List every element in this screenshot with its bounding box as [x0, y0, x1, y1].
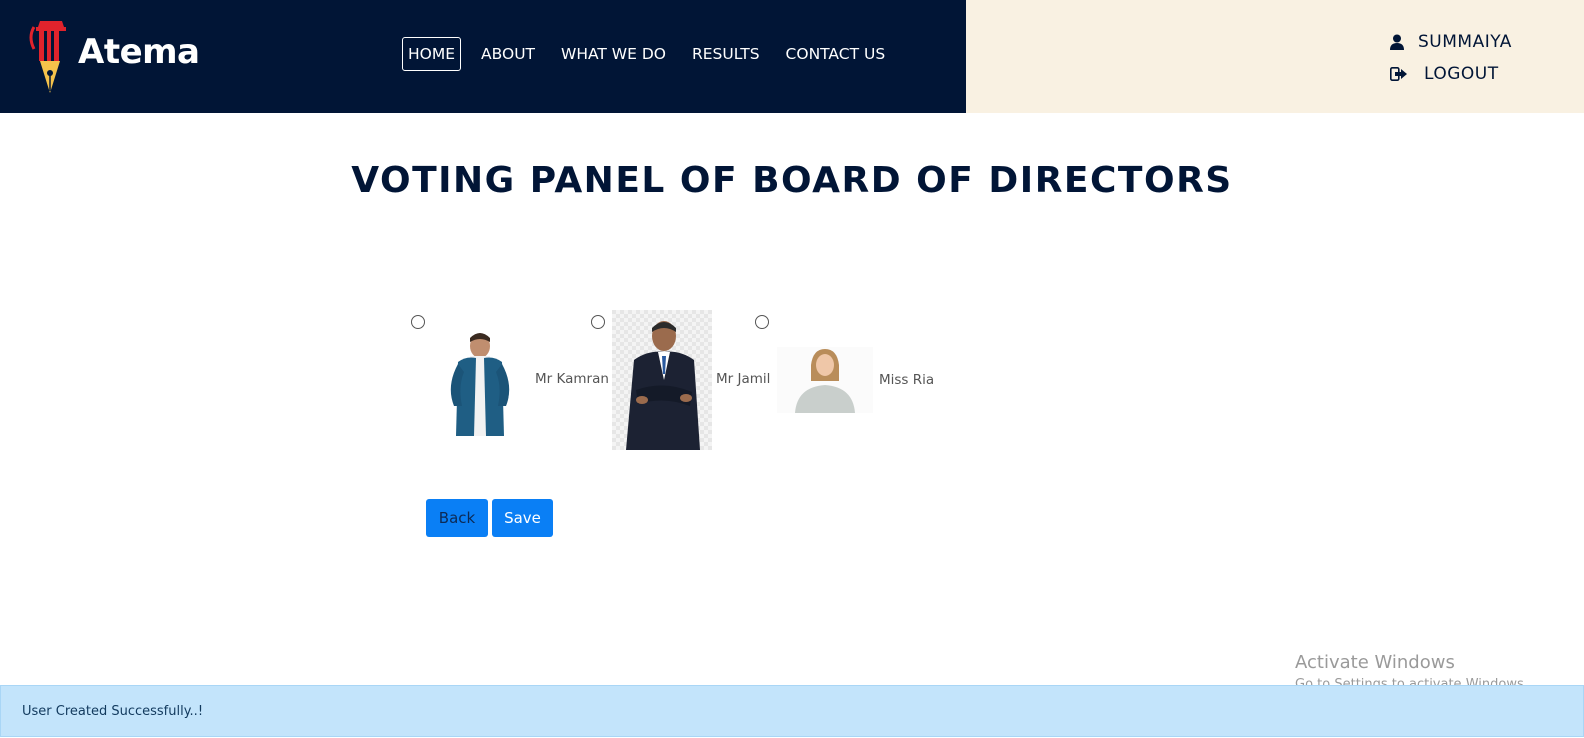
candidate-radio-jamil[interactable] — [591, 315, 605, 329]
nav-what-we-do[interactable]: WHAT WE DO — [555, 37, 672, 71]
sign-out-icon — [1390, 67, 1407, 81]
man-dark-suit-photo — [612, 310, 712, 450]
man-blue-jacket-photo — [436, 326, 524, 436]
header-nav-area: Atema HOME ABOUT WHAT WE DO RESULTS CONT… — [0, 0, 966, 113]
nav-results[interactable]: RESULTS — [686, 37, 766, 71]
save-button[interactable]: Save — [492, 499, 553, 537]
brand-name: Atema — [78, 32, 200, 72]
user-icon — [1390, 34, 1404, 50]
candidate-name-ria: Miss Ria — [879, 372, 935, 388]
back-button[interactable]: Back — [426, 499, 488, 537]
candidate-radio-kamran[interactable] — [411, 315, 425, 329]
brand-logo[interactable]: Atema — [28, 14, 200, 98]
alert-message: User Created Successfully..! — [22, 703, 204, 719]
user-name: SUMMAIYA — [1418, 32, 1512, 52]
candidate-name-kamran: Mr Kamran — [535, 371, 609, 387]
nav-home[interactable]: HOME — [402, 37, 462, 71]
success-alert: User Created Successfully..! — [0, 685, 1584, 737]
user-menu: SUMMAIYA LOGOUT — [1390, 26, 1512, 90]
user-profile-link[interactable]: SUMMAIYA — [1390, 26, 1512, 58]
nav-contact-us[interactable]: CONTACT US — [780, 37, 892, 71]
main-nav: HOME ABOUT WHAT WE DO RESULTS CONTACT US — [402, 37, 905, 71]
watermark-title: Activate Windows — [1295, 652, 1455, 673]
pen-nib-pillar-logo-icon — [29, 21, 66, 93]
woman-grey-sweater-photo — [777, 347, 873, 413]
nav-about[interactable]: ABOUT — [475, 37, 541, 71]
page-title: VOTING PANEL OF BOARD OF DIRECTORS — [351, 160, 1233, 201]
logout-label: LOGOUT — [1424, 64, 1499, 84]
header-user-area: SUMMAIYA LOGOUT — [966, 0, 1584, 113]
candidate-radio-ria[interactable] — [755, 315, 769, 329]
logout-link[interactable]: LOGOUT — [1390, 58, 1512, 90]
site-header: Atema HOME ABOUT WHAT WE DO RESULTS CONT… — [0, 0, 1584, 113]
candidate-name-jamil: Mr Jamil — [716, 371, 771, 387]
